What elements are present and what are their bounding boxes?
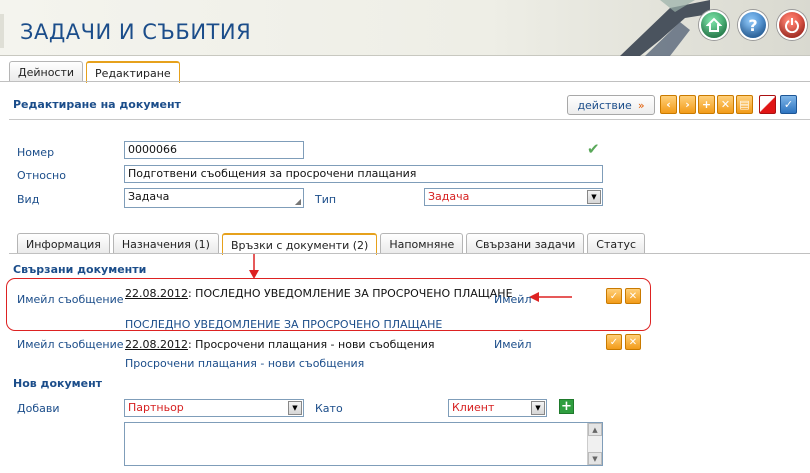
doc-channel: Имейл [494, 293, 532, 306]
resize-icon[interactable]: ◢ [295, 197, 301, 206]
as-value: Клиент [452, 401, 495, 414]
app-header: ЗАДАЧИ И СЪБИТИЯ ? [0, 0, 810, 56]
tab-edit[interactable]: Редактиране [86, 61, 180, 83]
bird-logo [620, 0, 710, 56]
tab-activities[interactable]: Дейности [9, 61, 84, 82]
type-label: Тип [315, 193, 337, 206]
confirm-icon[interactable]: ✓ [606, 334, 622, 350]
chevron-right-icon[interactable]: › [679, 95, 696, 114]
plus-icon[interactable]: + [698, 95, 715, 114]
add-label: Добави [17, 402, 60, 415]
page-title: Редактиране на документ [13, 98, 181, 111]
notes-textarea[interactable]: ▲ ▼ [124, 422, 603, 466]
type-select[interactable]: Задача ▼ [424, 188, 603, 206]
scroll-down-icon[interactable]: ▼ [588, 452, 602, 465]
doc-channel: Имейл [494, 338, 532, 351]
tab-status[interactable]: Статус [587, 233, 646, 254]
doc-title: : ПОСЛЕДНО УВЕДОМЛЕНИЕ ЗА ПРОСРОЧЕНО ПЛА… [187, 287, 513, 300]
subject-label: Относно [17, 169, 66, 182]
subject-field[interactable]: Подготвени съобщения за просрочени плаща… [124, 165, 603, 183]
doc-title: : Просрочени плащания - нови съобщения [187, 338, 435, 351]
doc-kind-label: Имейл съобщение [17, 338, 124, 351]
add-select[interactable]: Партньор ▼ [124, 399, 304, 417]
confirm-icon[interactable]: ✓ [606, 288, 622, 304]
app-title: ЗАДАЧИ И СЪБИТИЯ [20, 20, 252, 44]
chevron-down-icon[interactable]: ▼ [288, 401, 302, 415]
power-icon[interactable] [777, 10, 807, 40]
save-icon[interactable]: ✓ [780, 95, 797, 114]
as-select[interactable]: Клиент ▼ [448, 399, 547, 417]
doc-entry: 22.08.2012: ПОСЛЕДНО УВЕДОМЛЕНИЕ ЗА ПРОС… [125, 287, 513, 300]
kind-field[interactable]: Задача ◢ [124, 188, 304, 208]
close-icon[interactable]: ✕ [717, 95, 734, 114]
related-docs-heading: Свързани документи [13, 263, 147, 276]
header-accent [0, 14, 4, 48]
top-tabs: Дейности Редактиране [9, 61, 180, 83]
toolbar-divider [9, 119, 810, 120]
add-value: Партньор [128, 401, 184, 414]
scroll-up-icon[interactable]: ▲ [588, 423, 602, 436]
inner-tab-divider [9, 253, 810, 254]
clear-icon[interactable] [759, 95, 776, 114]
chevron-left-icon[interactable]: ‹ [660, 95, 677, 114]
tab-assignments[interactable]: Назначения (1) [112, 233, 219, 254]
kind-label: Вид [17, 193, 40, 206]
doc-date-link[interactable]: 22.08.2012 [125, 338, 188, 351]
tab-reminder[interactable]: Напомняне [380, 233, 464, 254]
tab-related-tasks[interactable]: Свързани задачи [466, 233, 585, 254]
scrollbar[interactable]: ▲ ▼ [587, 423, 602, 465]
kind-value: Задача [128, 190, 170, 203]
check-icon: ✔ [587, 140, 600, 158]
annotation-arrow-left [529, 292, 572, 302]
new-doc-heading: Нов документ [13, 377, 103, 390]
tab-divider [0, 81, 810, 82]
number-field[interactable]: 0000066 [124, 141, 304, 159]
doc-date-link[interactable]: 22.08.2012 [125, 287, 188, 300]
action-button[interactable]: действие » [567, 95, 655, 115]
chevron-down-icon[interactable]: ▼ [587, 190, 601, 204]
home-icon[interactable] [699, 10, 729, 40]
chevron-down-icon[interactable]: ▼ [531, 401, 545, 415]
doc-subtitle[interactable]: Просрочени плащания - нови съобщения [125, 357, 364, 370]
number-label: Номер [17, 146, 55, 159]
annotation-arrow-down [249, 254, 259, 279]
tab-information[interactable]: Информация [17, 233, 110, 254]
action-label: действие [577, 98, 632, 112]
type-value: Задача [428, 190, 470, 203]
action-arrow: » [637, 98, 645, 112]
doc-subtitle[interactable]: ПОСЛЕДНО УВЕДОМЛЕНИЕ ЗА ПРОСРОЧЕНО ПЛАЩА… [125, 318, 442, 331]
add-document-button[interactable]: + [559, 399, 574, 414]
as-label: Като [315, 402, 343, 415]
delete-icon[interactable]: ✕ [625, 334, 641, 350]
doc-kind-label: Имейл съобщение [17, 293, 124, 306]
tab-document-links[interactable]: Връзки с документи (2) [221, 233, 378, 255]
doc-entry: 22.08.2012: Просрочени плащания - нови с… [125, 338, 435, 351]
help-icon[interactable]: ? [738, 10, 768, 40]
inner-tabs: Информация Назначения (1) Връзки с докум… [17, 233, 646, 255]
delete-icon[interactable]: ✕ [625, 288, 641, 304]
print-icon[interactable]: ▤ [736, 95, 753, 114]
